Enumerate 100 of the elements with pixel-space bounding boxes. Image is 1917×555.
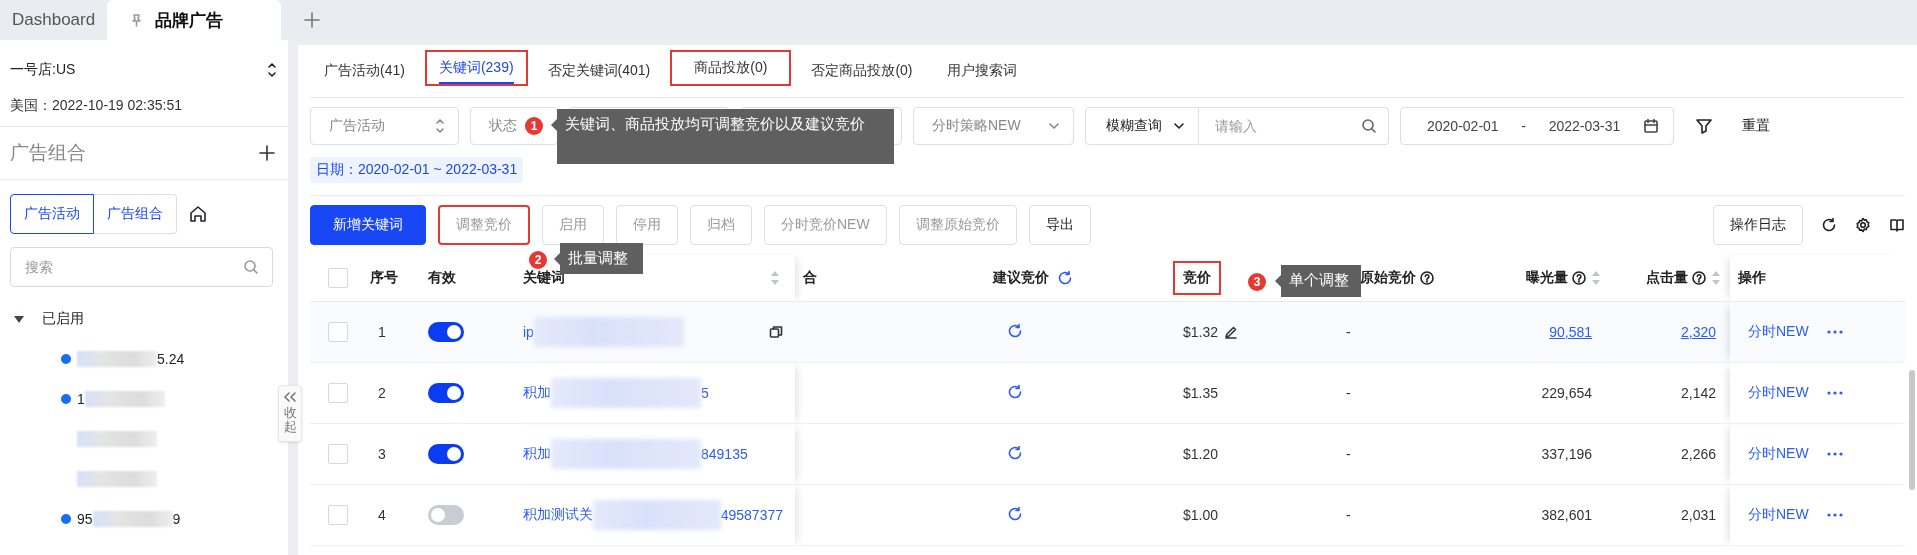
select-field[interactable]: 广告活动 [310,107,459,145]
table-cell: 337,196 [1541,446,1592,462]
column-header[interactable]: 有效 [420,255,515,302]
column-header[interactable]: 序号 [358,255,420,302]
keyword-link[interactable]: 积加测试关 [523,506,593,524]
step-badge: 1 [525,117,543,135]
action-link[interactable]: 分时NEW [1748,506,1809,524]
bid-value: $1.32 [1183,324,1219,340]
reset-link[interactable]: 重置 [1742,117,1770,135]
store-time: 美国：2022-10-19 02:35:51 [10,96,183,115]
checkbox[interactable] [328,444,348,464]
keyword-link[interactable]: 49587377 [720,507,783,523]
impressions-link[interactable]: 90,581 [1549,324,1592,340]
table-cell: 382,601 [1541,507,1592,523]
home-icon[interactable] [188,204,208,224]
toolbar-button[interactable]: 导出 [1028,205,1091,245]
toggle-switch[interactable] [428,505,464,525]
window-tab[interactable]: 品牌广告 [107,0,282,40]
up-down-chevron-icon[interactable] [266,61,278,79]
more-icon[interactable] [1826,452,1843,456]
checkbox[interactable] [328,505,348,525]
row-number: 4 [358,484,420,546]
tab[interactable]: 关键词(239) [424,50,528,86]
checkbox[interactable] [328,268,348,288]
caret-icon[interactable] [14,315,24,323]
tree-item-label[interactable]: 1 [77,391,85,407]
collapse-handle[interactable]: 收起 [278,385,302,442]
table-cell: - [1330,362,1480,424]
search-icon [243,259,259,275]
tree-item-label[interactable]: 95 [77,511,93,527]
tree-item-label[interactable]: 5.24 [157,351,185,367]
pin-icon[interactable] [129,13,144,27]
double-chevron-left-icon [284,392,296,402]
column-header[interactable]: 建议竞价 [985,255,1175,302]
refresh-icon[interactable] [1821,217,1837,233]
table-cell: 229,654 [1541,385,1592,401]
tab[interactable]: 否定关键词(401) [533,45,665,97]
section-title: 广告组合 [10,141,86,165]
keyword-link[interactable]: 积加 [523,384,551,402]
checkbox[interactable] [328,322,348,342]
tree-item-label[interactable]: 9 [172,511,181,527]
column-header[interactable]: 合 [795,255,985,302]
copy-icon[interactable] [769,325,783,339]
tab[interactable]: 否定商品投放(0) [797,45,927,97]
settings-icon[interactable] [1855,217,1871,233]
row-number: 3 [358,423,420,485]
keyword-link[interactable]: ip [523,324,534,340]
row-number: 2 [358,362,420,424]
bid-value: $1.35 [1183,385,1219,401]
tooltip: 单个调整 [1275,265,1361,297]
toggle-switch[interactable] [428,322,464,342]
toggle-option[interactable]: 广告组合 [94,194,177,234]
more-icon[interactable] [1826,330,1843,334]
help-icon [1692,271,1706,286]
clicks-link[interactable]: 2,320 [1680,324,1716,340]
scrollbar-thumb[interactable] [1909,370,1915,490]
date-range-field[interactable]: 2020-02-01 - 2022-03-31 [1400,107,1674,145]
tab[interactable]: 广告活动(41) [310,45,419,97]
column-header[interactable]: 曝光量 [1480,255,1610,302]
keyword-link[interactable]: 积加 [523,445,551,463]
checkbox[interactable] [328,383,348,403]
mode-select[interactable]: 模糊查询 [1085,107,1199,145]
action-link[interactable]: 分时NEW [1748,323,1809,341]
add-keyword-button[interactable]: 新增关键词 [310,205,426,245]
toggle-option[interactable]: 广告活动 [10,194,94,234]
table-cell: - [1330,423,1480,485]
filter-icon[interactable] [1695,117,1713,135]
tab[interactable]: 商品投放(0) [670,50,792,86]
window-tab[interactable]: Dashboard [0,0,108,40]
store-name: 一号店:US [10,61,76,79]
help-icon [1572,271,1586,286]
table-cell: 2,266 [1680,446,1716,462]
bid-value: $1.00 [1183,507,1219,523]
toggle-switch[interactable] [428,444,464,464]
search-field[interactable]: 请输入 [1199,107,1389,145]
step-badge: 3 [1248,273,1266,291]
new-tab-icon[interactable] [303,11,322,29]
log-button[interactable]: 操作日志 [1713,205,1803,245]
more-icon[interactable] [1826,391,1843,395]
table-cell: 2,142 [1680,385,1716,401]
select-field[interactable]: 分时策略NEW [913,107,1074,145]
keyword-link[interactable]: 849135 [701,446,748,462]
calendar-icon [1643,118,1659,134]
row-number: 1 [358,301,420,363]
tab[interactable]: 用户搜索词 [932,45,1031,97]
step-badge: 2 [529,251,547,269]
tree-group-label[interactable]: 已启用 [42,310,84,328]
add-icon[interactable] [258,144,276,162]
book-icon[interactable] [1889,217,1905,233]
column-header[interactable]: 点击量 [1610,255,1730,302]
column-header[interactable]: 操作 [1730,255,1905,302]
tooltip: 关键词、商品投放均可调整竞价以及建议竞价 [551,109,894,164]
toggle-switch[interactable] [428,383,464,403]
edit-icon[interactable] [1224,325,1239,339]
action-link[interactable]: 分时NEW [1748,384,1809,402]
action-link[interactable]: 分时NEW [1748,445,1809,463]
date-tag: 日期：2020-02-01 ~ 2022-03-31 [310,157,524,183]
keyword-link[interactable]: 5 [701,385,709,401]
more-icon[interactable] [1826,513,1843,517]
search-field[interactable]: 搜索 [10,247,273,287]
